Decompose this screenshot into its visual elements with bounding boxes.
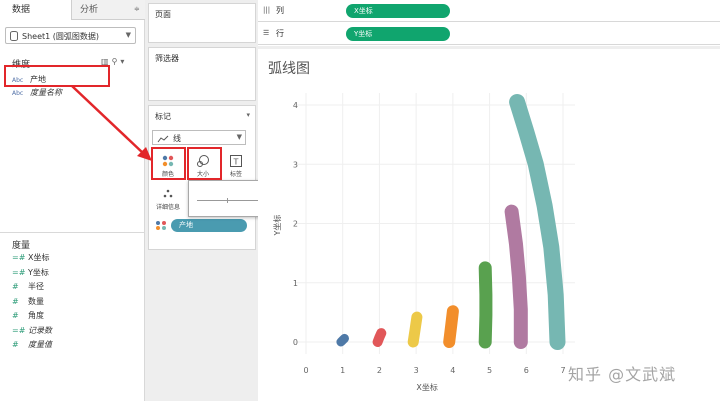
- annotation-arrow: [71, 85, 145, 155]
- annotation-layer: [71, 85, 152, 161]
